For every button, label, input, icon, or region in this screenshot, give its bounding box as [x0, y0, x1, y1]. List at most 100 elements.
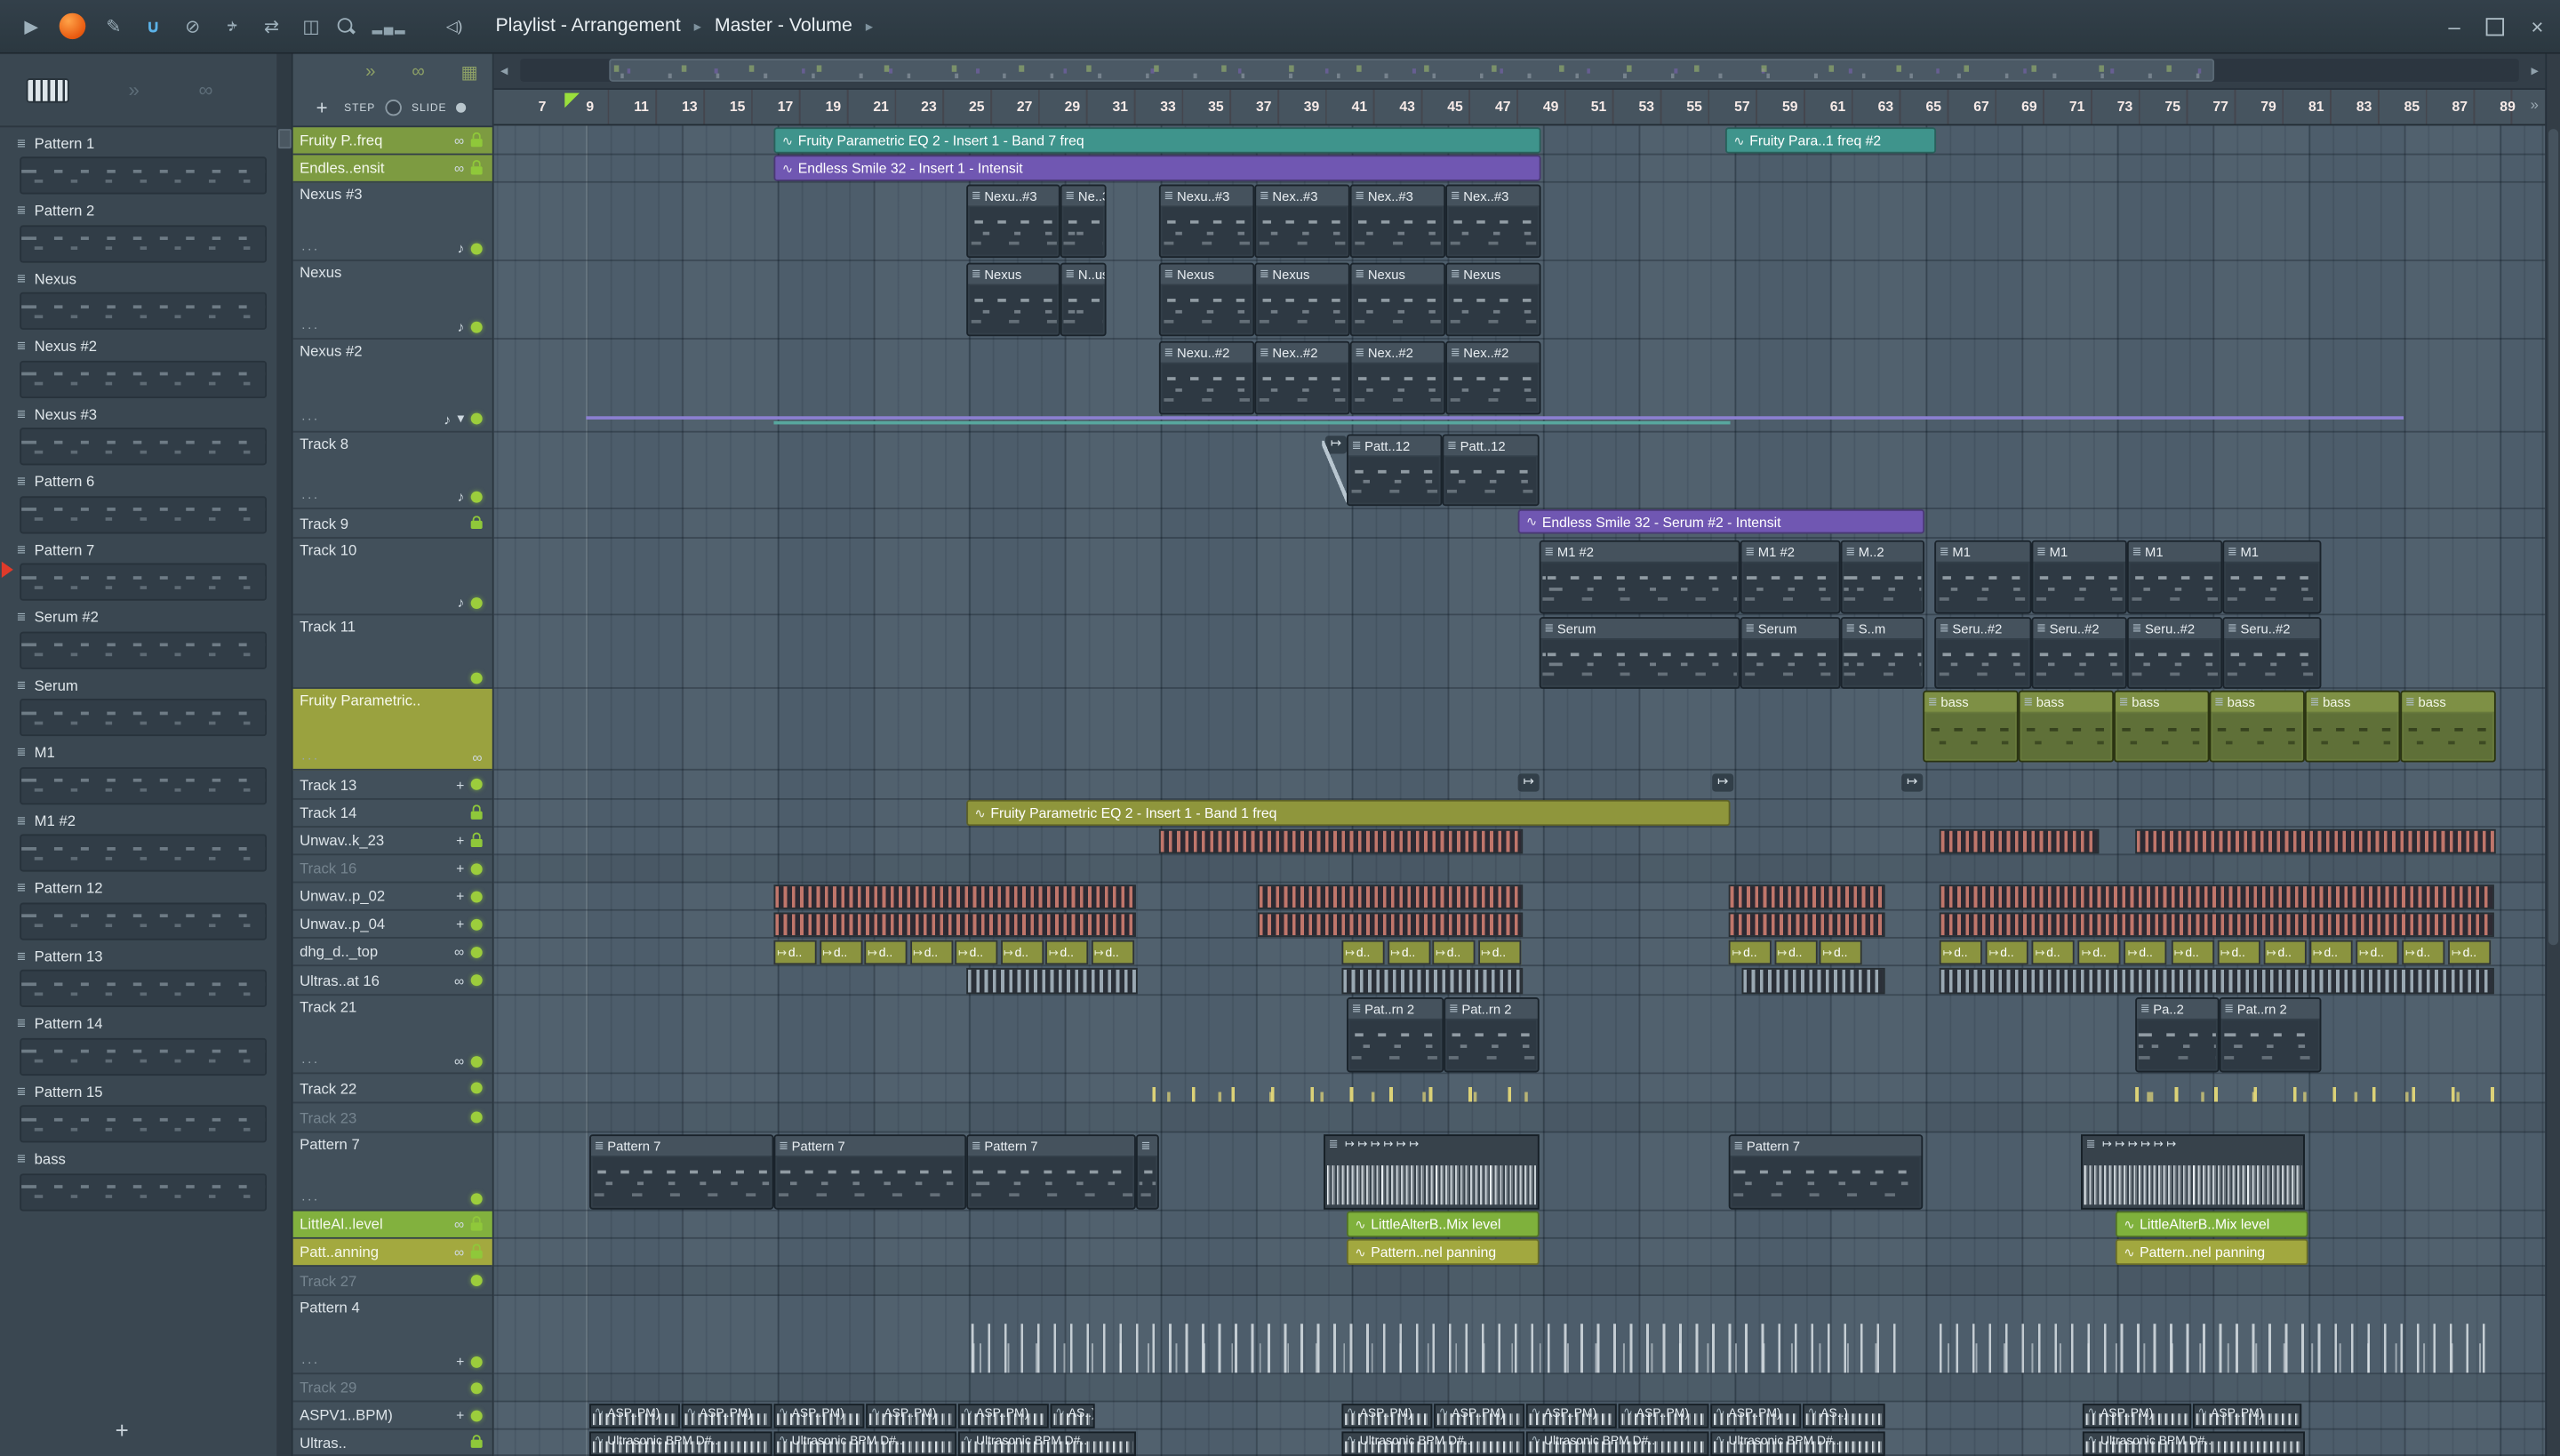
crosshair-icon[interactable]: + [456, 860, 464, 876]
scroll-left-button[interactable]: ◂ [500, 62, 508, 80]
track-header-5[interactable]: Nexus #2 ··· ♪ ▾ [292, 340, 492, 433]
audio-clip[interactable]: ∿Ultrasonic BPM D#.. [589, 1431, 772, 1456]
track-led[interactable] [470, 946, 483, 958]
drumroll-clip[interactable] [1939, 967, 2494, 995]
automation-clip[interactable]: ∿ Fruity Para..1 freq #2 [1724, 127, 1937, 154]
audio-clip[interactable]: ∿ASP..PM) [589, 1404, 680, 1428]
lock-icon[interactable] [470, 132, 483, 147]
note-icon[interactable]: ♪ [444, 411, 451, 427]
drumroll-clip[interactable] [2135, 828, 2496, 854]
audio-clip[interactable]: ∿ASP..PM) [681, 1404, 772, 1428]
audio-clip[interactable]: ∿ASP..PM) [1710, 1404, 1802, 1428]
track-header-4[interactable]: Nexus ··· ♪ [292, 261, 492, 340]
fl-logo[interactable] [59, 12, 86, 40]
audio-clip[interactable]: ∿ASP..PM) [1525, 1404, 1617, 1428]
mini-pattern-clip[interactable]: ↦ d.. [864, 940, 908, 965]
pattern-clip[interactable]: ≣ Nexu..#2 [1158, 340, 1255, 415]
track-led[interactable] [470, 320, 483, 332]
grid-icon[interactable]: ▦ [461, 61, 478, 83]
pattern-clip[interactable]: ≣ Nex..#2 [1445, 340, 1541, 415]
pattern-clip[interactable]: ≣N..us [1060, 262, 1107, 337]
lock-icon[interactable] [470, 515, 483, 529]
step-slide-toggle[interactable] [385, 100, 402, 116]
track-led[interactable] [470, 778, 483, 790]
pattern-clip[interactable]: ≣ Nex..#3 [1254, 184, 1350, 259]
mini-pattern-clip[interactable]: ↦ d.. [2263, 940, 2307, 965]
pattern-clip[interactable]: ≣ M1 [1934, 540, 2032, 614]
mini-pattern-clip[interactable]: ↦ d.. [2124, 940, 2168, 965]
track-header-6[interactable]: Track 8 ··· ♪ [292, 433, 492, 509]
pattern-item-11[interactable]: ≣ M1 #2 [0, 804, 276, 872]
multi-arrow-icon[interactable]: » [365, 62, 375, 82]
track-header-3[interactable]: Nexus #3 ··· ♪ [292, 183, 492, 261]
track-header-23[interactable]: LittleAl..level ∞ [292, 1211, 492, 1239]
audio-clip[interactable]: ∿ASP..PM) [2082, 1404, 2192, 1428]
track-led[interactable] [470, 490, 483, 502]
playlist-horizontal-scrollbar[interactable]: ◂ ▸ [493, 53, 2546, 90]
track-led[interactable] [470, 1381, 483, 1394]
link-icon[interactable]: ∞ [454, 972, 464, 988]
track-header-17[interactable]: dhg_d.._top ∞ [292, 939, 492, 967]
link-icon[interactable]: ∞ [412, 62, 425, 82]
mini-pattern-clip[interactable]: ↦ d.. [1985, 940, 2028, 965]
mini-pattern-clip[interactable]: ↦ d.. [2309, 940, 2353, 965]
note-tick-clip[interactable] [2135, 1076, 2496, 1102]
track-led[interactable] [470, 412, 483, 425]
pattern-clip[interactable]: ≣ Pattern 7 [773, 1134, 967, 1210]
playlist-lane-21[interactable] [493, 1103, 2546, 1133]
slide-led[interactable] [456, 102, 467, 113]
pattern-clip[interactable]: ≣ Pat..rn 2 [1347, 996, 1444, 1073]
lock-icon[interactable] [470, 832, 483, 847]
mini-pattern-clip[interactable]: ↦ d.. [1341, 940, 1385, 965]
track-led[interactable] [470, 917, 483, 930]
mini-pattern-clip[interactable]: ↦ d.. [1939, 940, 1982, 965]
mini-pattern-clip[interactable]: ↦ d.. [1728, 940, 1772, 965]
pattern-clip[interactable]: ≣ bass [2114, 690, 2210, 763]
crosshair-icon[interactable]: + [456, 888, 464, 904]
slip-tool-icon[interactable]: ⇄ [257, 15, 286, 36]
pattern-clip[interactable]: ≣ M..2 [1840, 540, 1925, 614]
lock-icon[interactable] [470, 159, 483, 174]
pattern-clip[interactable]: ≣ M1 [2031, 540, 2127, 614]
link-icon[interactable]: ∞ [454, 943, 464, 959]
pattern-clip[interactable]: ≣ Seru..#2 [2031, 617, 2127, 689]
ruler-end-arrows[interactable]: » [2531, 96, 2539, 112]
track-led[interactable] [470, 672, 483, 684]
track-led[interactable] [470, 596, 483, 609]
automation-clip[interactable]: ∿ Pattern..nel panning [1347, 1238, 1540, 1266]
playhead-marker[interactable] [564, 92, 580, 108]
close-button[interactable]: × [2531, 14, 2543, 39]
pattern-clip[interactable]: ≣ Seru..#2 [2126, 617, 2223, 689]
mute-tool-icon[interactable]: ♪ [217, 16, 246, 36]
track-header-13[interactable]: Unwav..k_23 + [292, 828, 492, 856]
pattern-clip[interactable]: ≣ Nex..#3 [1445, 184, 1541, 259]
automation-clip[interactable]: ∿ Endless Smile 32 - Insert 1 - Intensit [773, 155, 1541, 181]
maximize-button[interactable] [2486, 17, 2505, 36]
pattern-clip[interactable]: ≣ bass [2209, 690, 2305, 763]
pattern-clip[interactable]: ≣ Nex..#2 [1349, 340, 1446, 415]
crosshair-icon[interactable]: + [456, 916, 464, 932]
pattern-clip[interactable]: ≣ bass [1923, 690, 2019, 763]
link-icon[interactable]: ∞ [454, 132, 464, 148]
pattern-item-6[interactable]: ≣ Pattern 6 [0, 466, 276, 533]
pattern-clip[interactable]: ≣ Nex..#2 [1254, 340, 1350, 415]
track-led[interactable] [470, 242, 483, 254]
track-header-8[interactable]: Track 10 ♪ [292, 539, 492, 616]
mini-pattern-clip[interactable]: ↦ d.. [2077, 940, 2122, 965]
pattern-clip[interactable]: ≣ [1135, 1134, 1159, 1210]
mini-pattern-clip[interactable]: ↦ d.. [819, 940, 862, 965]
pattern-clip[interactable]: ≣ Pattern 7 [966, 1134, 1136, 1210]
automation-clip[interactable]: ∿ LittleAlterB..Mix level [2115, 1211, 2308, 1237]
audio-clip[interactable]: ∿ASP..PM) [866, 1404, 957, 1428]
pattern-item-12[interactable]: ≣ Pattern 12 [0, 873, 276, 940]
track-header-1[interactable]: Fruity P..freq ∞ [292, 127, 492, 156]
link-icon[interactable]: ∞ [454, 160, 464, 176]
crosshair-icon[interactable]: + [456, 1407, 464, 1423]
note-tick-clip[interactable] [1152, 1076, 1541, 1102]
pattern-item-13[interactable]: ≣ Pattern 13 [0, 940, 276, 1008]
mini-pattern-clip[interactable]: ↦ d.. [955, 940, 998, 965]
pattern-clip[interactable]: ≣ bass [2304, 690, 2401, 763]
pattern-clip[interactable]: ≣ Nexu..#3 [966, 184, 1060, 259]
mini-pattern-clip[interactable]: ↦ d.. [1477, 940, 1521, 965]
snap-magnet-icon[interactable]: ∪ [139, 15, 168, 36]
